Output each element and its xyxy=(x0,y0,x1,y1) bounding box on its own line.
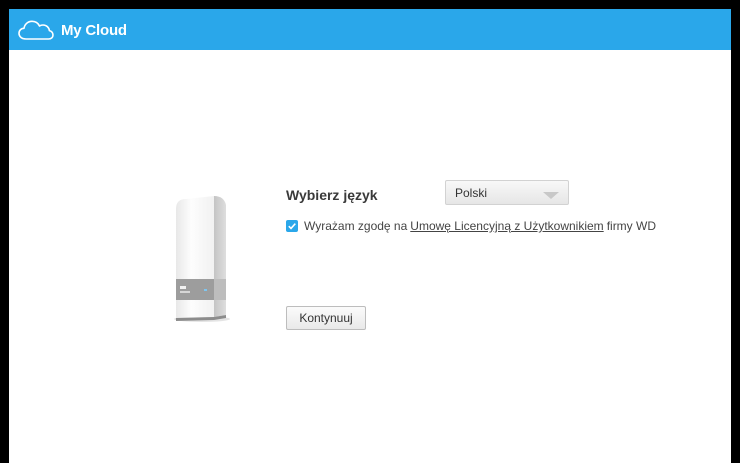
language-label: Wybierz język xyxy=(286,187,378,203)
license-checkbox[interactable] xyxy=(286,220,298,232)
language-select[interactable]: Polski xyxy=(445,180,569,205)
consent-text-prefix: Wyrażam zgodę na xyxy=(304,219,408,233)
setup-window: My Cloud Wybierz język Polski Wyrażam zg… xyxy=(9,9,731,463)
consent-text-suffix: firmy WD xyxy=(606,219,657,233)
brand-name: My Cloud xyxy=(61,21,127,39)
language-select-value: Polski xyxy=(455,186,488,200)
chevron-down-icon xyxy=(543,192,559,199)
continue-button[interactable]: Kontynuuj xyxy=(286,306,366,330)
check-icon xyxy=(288,223,296,230)
my-cloud-device-icon xyxy=(174,196,230,322)
license-consent: Wyrażam zgodę na Umowę Licencyjną z Użyt… xyxy=(286,219,656,233)
top-bar: My Cloud xyxy=(9,9,731,50)
cloud-icon xyxy=(18,20,54,40)
logo: My Cloud xyxy=(17,18,127,42)
license-agreement-link[interactable]: Umowę Licencyjną z Użytkownikiem xyxy=(410,219,603,233)
